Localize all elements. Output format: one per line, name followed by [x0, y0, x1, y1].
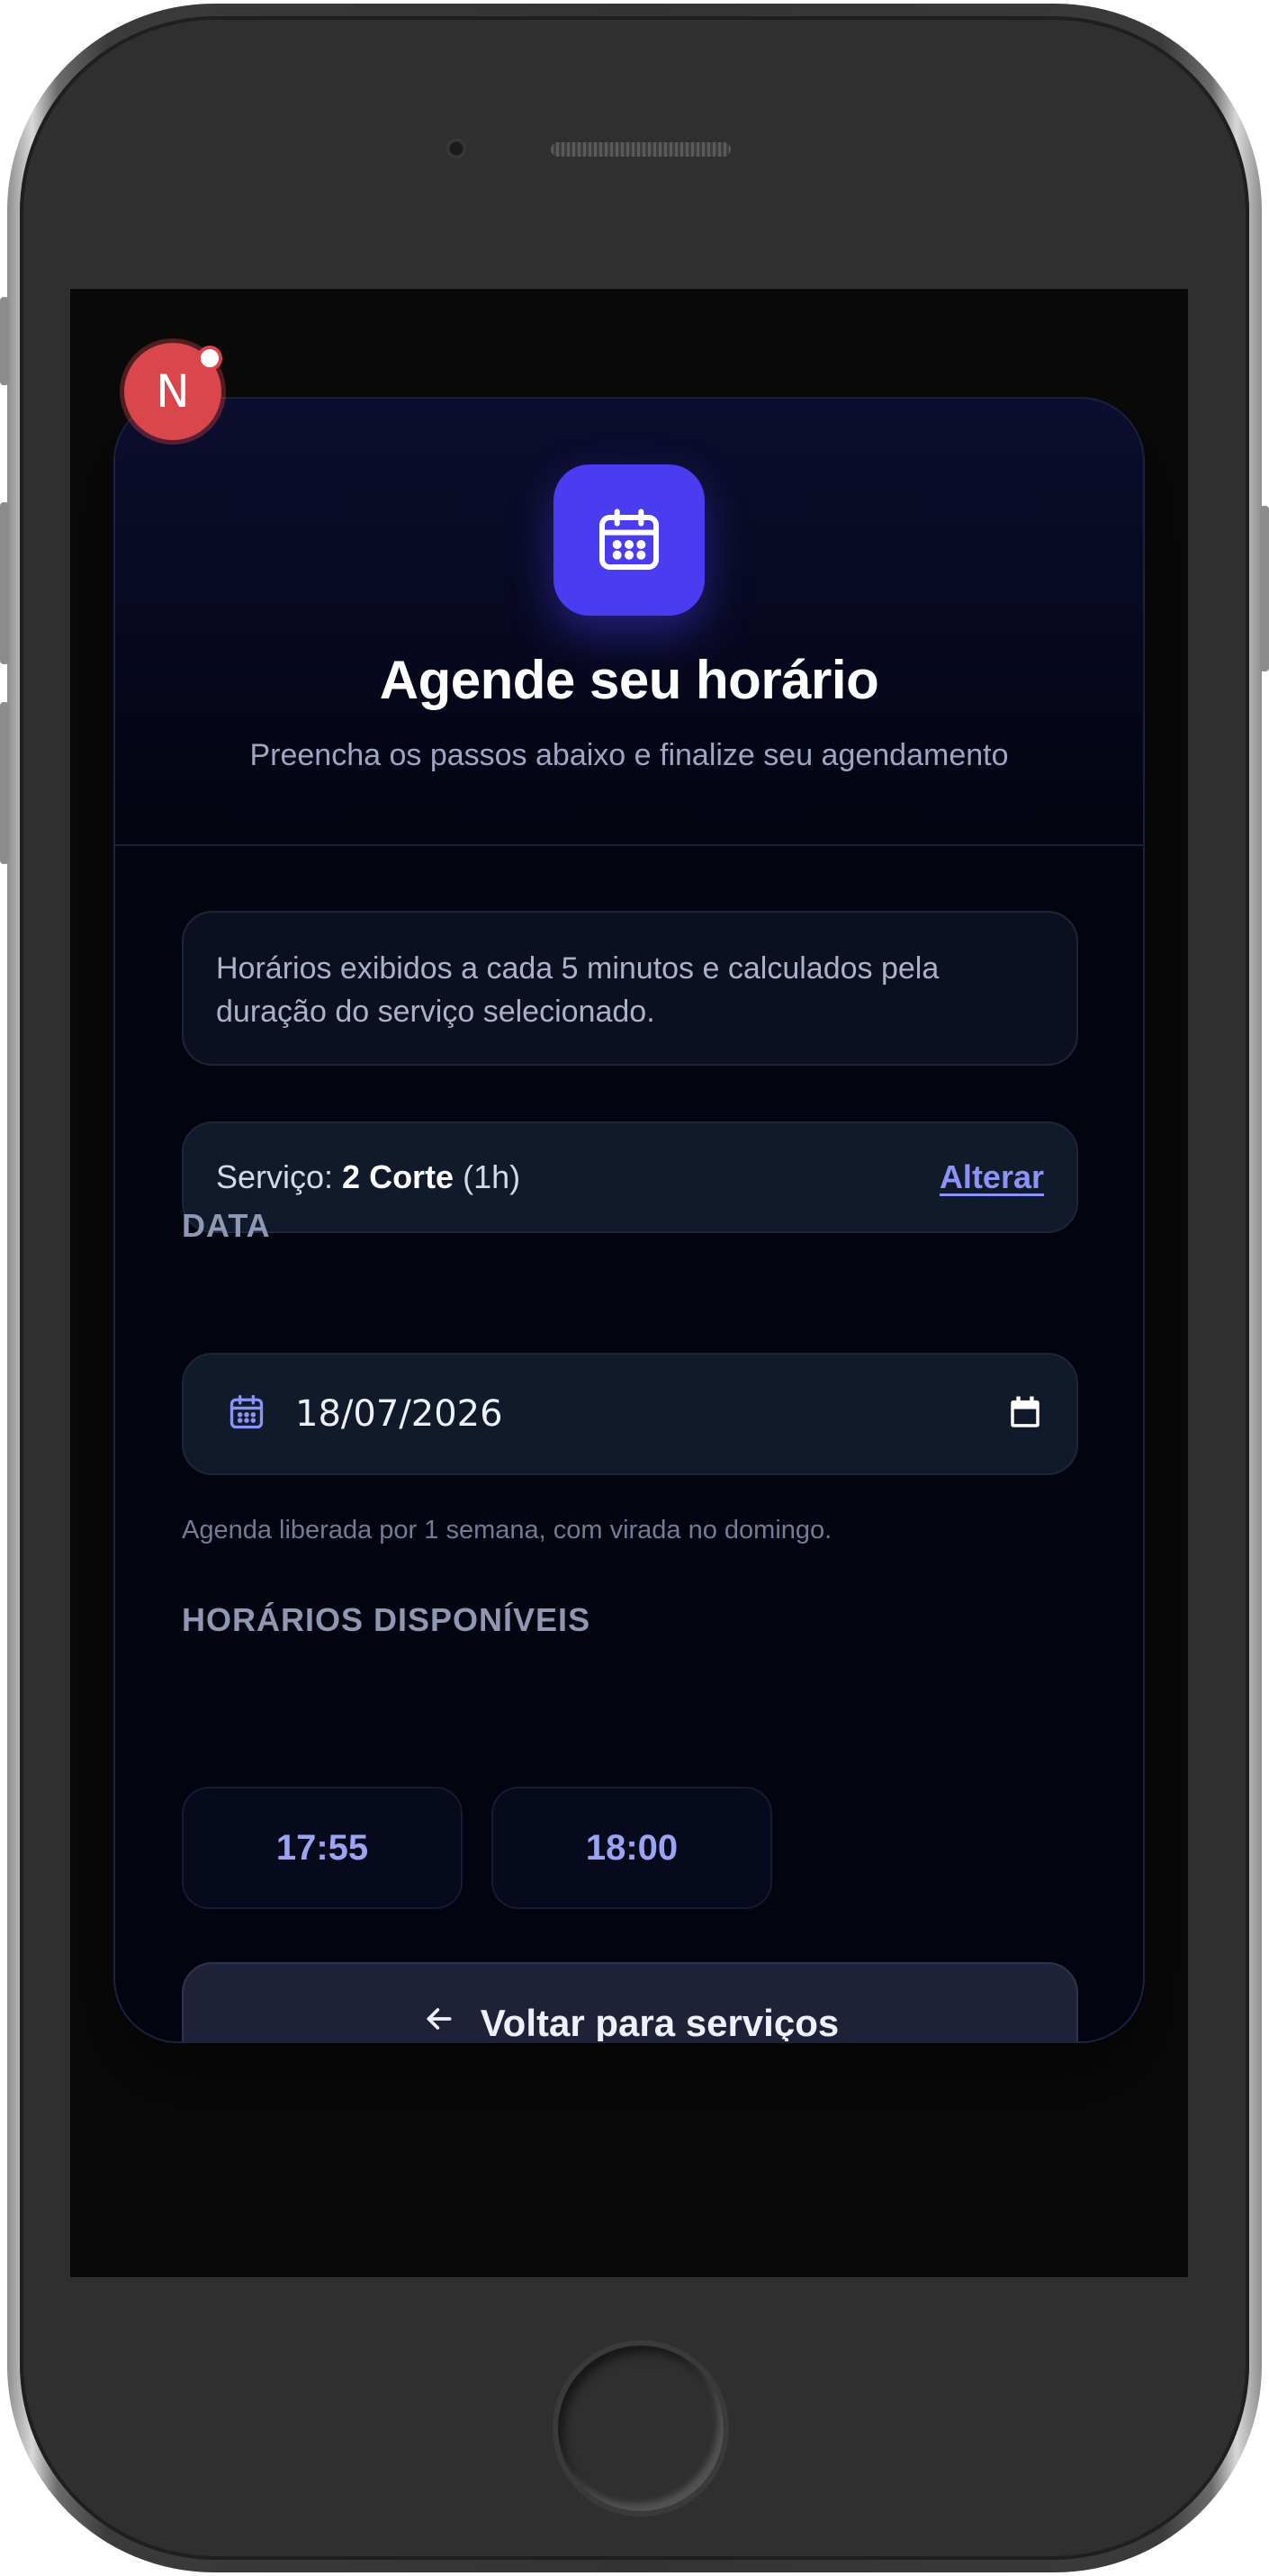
date-value: 18/07/2026	[295, 1393, 503, 1435]
back-to-services-button[interactable]: Voltar para serviços	[182, 1962, 1078, 2043]
calendar-icon	[554, 464, 705, 616]
page-subtitle: Preencha os passos abaixo e finalize seu…	[249, 738, 1009, 772]
page-title: Agende seu horário	[379, 650, 879, 710]
earpiece-speaker	[551, 142, 731, 157]
date-picker-icon[interactable]	[1006, 1393, 1044, 1436]
service-name: 2 Corte	[342, 1158, 454, 1195]
date-input[interactable]: 18/07/2026	[182, 1353, 1078, 1475]
booking-card: Agende seu horário Preencha os passos ab…	[113, 397, 1145, 2043]
info-notice: Horários exibidos a cada 5 minutos e cal…	[182, 911, 1078, 1066]
service-summary: Serviço: 2 Corte (1h)	[216, 1158, 520, 1196]
time-slot[interactable]: 18:00	[491, 1787, 772, 1909]
times-label: HORÁRIOS DISPONÍVEIS	[182, 1601, 591, 1638]
time-slot[interactable]: 17:55	[182, 1787, 463, 1909]
screen: Agende seu horário Preencha os passos ab…	[70, 289, 1188, 2277]
home-button[interactable]	[553, 2340, 729, 2517]
arrow-left-icon	[421, 2001, 457, 2041]
volume-up-button	[0, 502, 9, 664]
service-duration: (1h)	[454, 1158, 521, 1195]
back-button-label: Voltar para serviços	[480, 2002, 840, 2043]
silent-switch	[0, 297, 9, 385]
nextjs-badge-letter: N	[156, 365, 190, 418]
front-camera	[446, 139, 466, 158]
card-header: Agende seu horário Preencha os passos ab…	[115, 399, 1143, 846]
change-service-link[interactable]: Alterar	[940, 1158, 1044, 1196]
date-hint: Agenda liberada por 1 semana, com virada…	[182, 1516, 832, 1545]
selected-service: Serviço: 2 Corte (1h) Alterar	[182, 1121, 1078, 1233]
notification-dot	[197, 346, 222, 371]
date-label: DATA	[182, 1207, 271, 1244]
service-prefix: Serviço:	[216, 1158, 343, 1195]
power-button	[1260, 506, 1269, 671]
info-notice-text: Horários exibidos a cada 5 minutos e cal…	[216, 951, 940, 1029]
calendar-small-icon	[227, 1392, 266, 1437]
volume-down-button	[0, 702, 9, 864]
